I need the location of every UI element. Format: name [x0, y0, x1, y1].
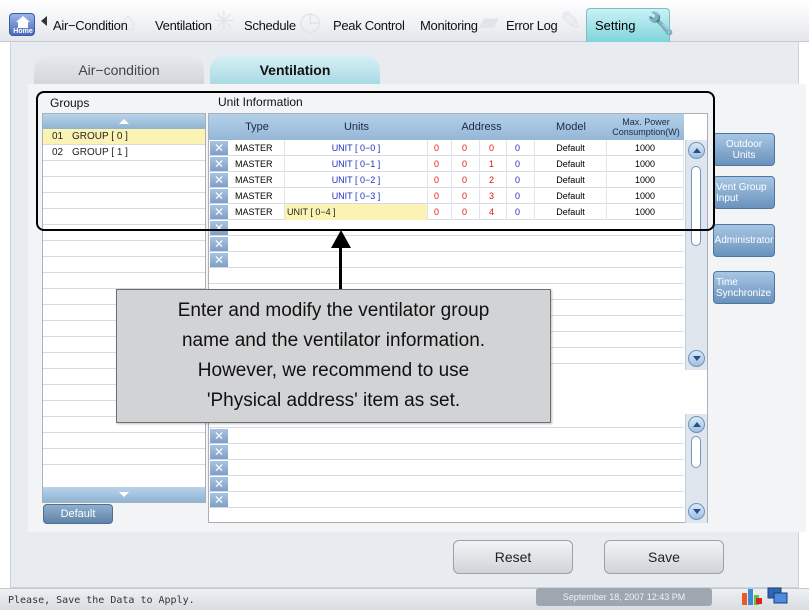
scroll-down-icon[interactable] — [688, 503, 705, 520]
scroll-up-icon[interactable] — [688, 142, 705, 159]
x-delete-icon[interactable]: ✕ — [210, 205, 228, 219]
table-row-empty — [209, 268, 684, 284]
col-type: Type — [245, 121, 269, 133]
save-button[interactable]: Save — [604, 540, 724, 574]
group-row-empty[interactable] — [43, 161, 205, 177]
group-row[interactable]: 01 GROUP [ 0 ] — [43, 129, 205, 145]
table-row: ✕ MASTER UNIT [ 0−1 ] 0 0 1 0 Default 10… — [209, 156, 684, 172]
datetime-display: September 18, 2007 12:43 PM — [536, 588, 712, 606]
group-row[interactable]: 02 GROUP [ 1 ] — [43, 145, 205, 161]
table-row-empty: ✕ — [209, 220, 684, 236]
group-row-empty[interactable] — [43, 193, 205, 209]
arrow-shaft — [339, 246, 342, 291]
instruction-callout: Enter and modify the ventilator group na… — [116, 289, 551, 423]
x-delete-icon[interactable]: ✕ — [210, 477, 228, 491]
nav-setting-label: Setting — [595, 18, 636, 33]
col-model: Model — [556, 121, 586, 133]
nav-peak-control[interactable]: Peak Control — [333, 18, 405, 33]
group-row-empty[interactable] — [43, 209, 205, 225]
x-delete-icon[interactable]: ✕ — [210, 253, 228, 267]
table-row: ✕ MASTER UNIT [ 0−0 ] 0 0 0 0 Default 10… — [209, 140, 684, 156]
nav-monitoring[interactable]: Monitoring — [420, 18, 478, 33]
group-row-empty[interactable] — [43, 449, 205, 465]
error-log-ghost-icon: ✎ — [560, 6, 582, 36]
x-delete-icon[interactable]: ✕ — [210, 493, 228, 507]
table-row-empty: ✕ — [209, 460, 684, 476]
groups-label: Groups — [50, 96, 90, 110]
col-units: Units — [343, 121, 370, 133]
top-nav: Home ⌂ ✳ ◷ ▰ ✎ Air−Condition Ventilation… — [0, 0, 809, 42]
outdoor-units-button[interactable]: Outdoor Units — [713, 133, 775, 166]
x-delete-icon[interactable]: ✕ — [210, 461, 228, 475]
group-row-empty[interactable] — [43, 273, 205, 289]
monitoring-ghost-icon: ▰ — [479, 6, 499, 36]
home-label: Home — [13, 28, 33, 35]
unit-name-input[interactable]: UNIT [ 0−4 ] — [285, 204, 428, 220]
ventilation-ghost-icon: ✳ — [213, 6, 235, 36]
group-row-empty[interactable] — [43, 257, 205, 273]
vent-group-input-button[interactable]: Vent Group Input — [713, 176, 775, 209]
nav-air-condition[interactable]: Air−Condition — [53, 18, 128, 33]
unit-information-label: Unit Information — [218, 95, 303, 109]
scroll-up-icon[interactable] — [688, 416, 705, 433]
unit-scrollbar-top[interactable] — [685, 140, 707, 370]
status-message: Please, Save the Data to Apply. — [8, 595, 195, 606]
group-row-empty[interactable] — [43, 177, 205, 193]
home-button[interactable]: Home — [9, 13, 35, 36]
wrench-icon: 🔧 — [647, 11, 675, 36]
table-row-empty: ✕ — [209, 252, 684, 268]
x-delete-icon[interactable]: ✕ — [210, 189, 228, 203]
table-row: ✕ MASTER UNIT [ 0−2 ] 0 0 2 0 Default 10… — [209, 172, 684, 188]
x-delete-icon[interactable]: ✕ — [210, 221, 228, 235]
x-delete-icon[interactable]: ✕ — [210, 173, 228, 187]
groups-scroll-down-icon[interactable] — [43, 487, 205, 502]
table-row-empty: ✕ — [209, 476, 684, 492]
x-delete-icon[interactable]: ✕ — [210, 237, 228, 251]
col-address: Address — [461, 121, 502, 133]
scroll-thumb[interactable] — [691, 436, 701, 468]
x-delete-icon[interactable]: ✕ — [210, 157, 228, 171]
tab-ventilation[interactable]: Ventilation — [210, 56, 380, 84]
default-button[interactable]: Default — [43, 504, 113, 524]
table-row-editing: ✕ MASTER UNIT [ 0−4 ] 0 0 4 0 Default 10… — [209, 204, 684, 220]
nav-setting[interactable]: Setting 🔧 — [586, 8, 674, 42]
nav-schedule[interactable]: Schedule — [244, 18, 296, 33]
table-row-empty: ✕ — [209, 492, 684, 508]
scroll-thumb[interactable] — [691, 166, 701, 246]
reset-button[interactable]: Reset — [453, 540, 573, 574]
tab-air-condition[interactable]: Air−condition — [34, 56, 204, 84]
group-row-empty[interactable] — [43, 433, 205, 449]
monitor-icon — [767, 587, 788, 604]
scroll-down-icon[interactable] — [688, 350, 705, 367]
group-row-empty[interactable] — [43, 225, 205, 241]
unit-scrollbar-bottom[interactable] — [685, 414, 707, 523]
network-icon — [742, 589, 762, 605]
time-synchronize-button[interactable]: Time Synchronize — [713, 271, 775, 304]
unit-table-header: Type Units Address Model Max. Power Cons… — [209, 114, 684, 140]
nav-error-log[interactable]: Error Log — [506, 18, 558, 33]
table-row-empty: ✕ — [209, 444, 684, 460]
table-row: ✕ MASTER UNIT [ 0−3 ] 0 0 3 0 Default 10… — [209, 188, 684, 204]
x-delete-icon[interactable]: ✕ — [210, 141, 228, 155]
x-delete-icon[interactable]: ✕ — [210, 429, 228, 443]
groups-scroll-up-icon[interactable] — [43, 114, 205, 129]
nav-ventilation[interactable]: Ventilation — [155, 18, 212, 33]
group-row-empty[interactable] — [43, 241, 205, 257]
table-row-empty: ✕ — [209, 236, 684, 252]
table-row-empty: ✕ — [209, 428, 684, 444]
administrator-button[interactable]: Administrator — [713, 224, 775, 257]
x-delete-icon[interactable]: ✕ — [210, 445, 228, 459]
back-arrow-icon[interactable] — [41, 16, 47, 26]
schedule-ghost-icon: ◷ — [299, 6, 322, 36]
